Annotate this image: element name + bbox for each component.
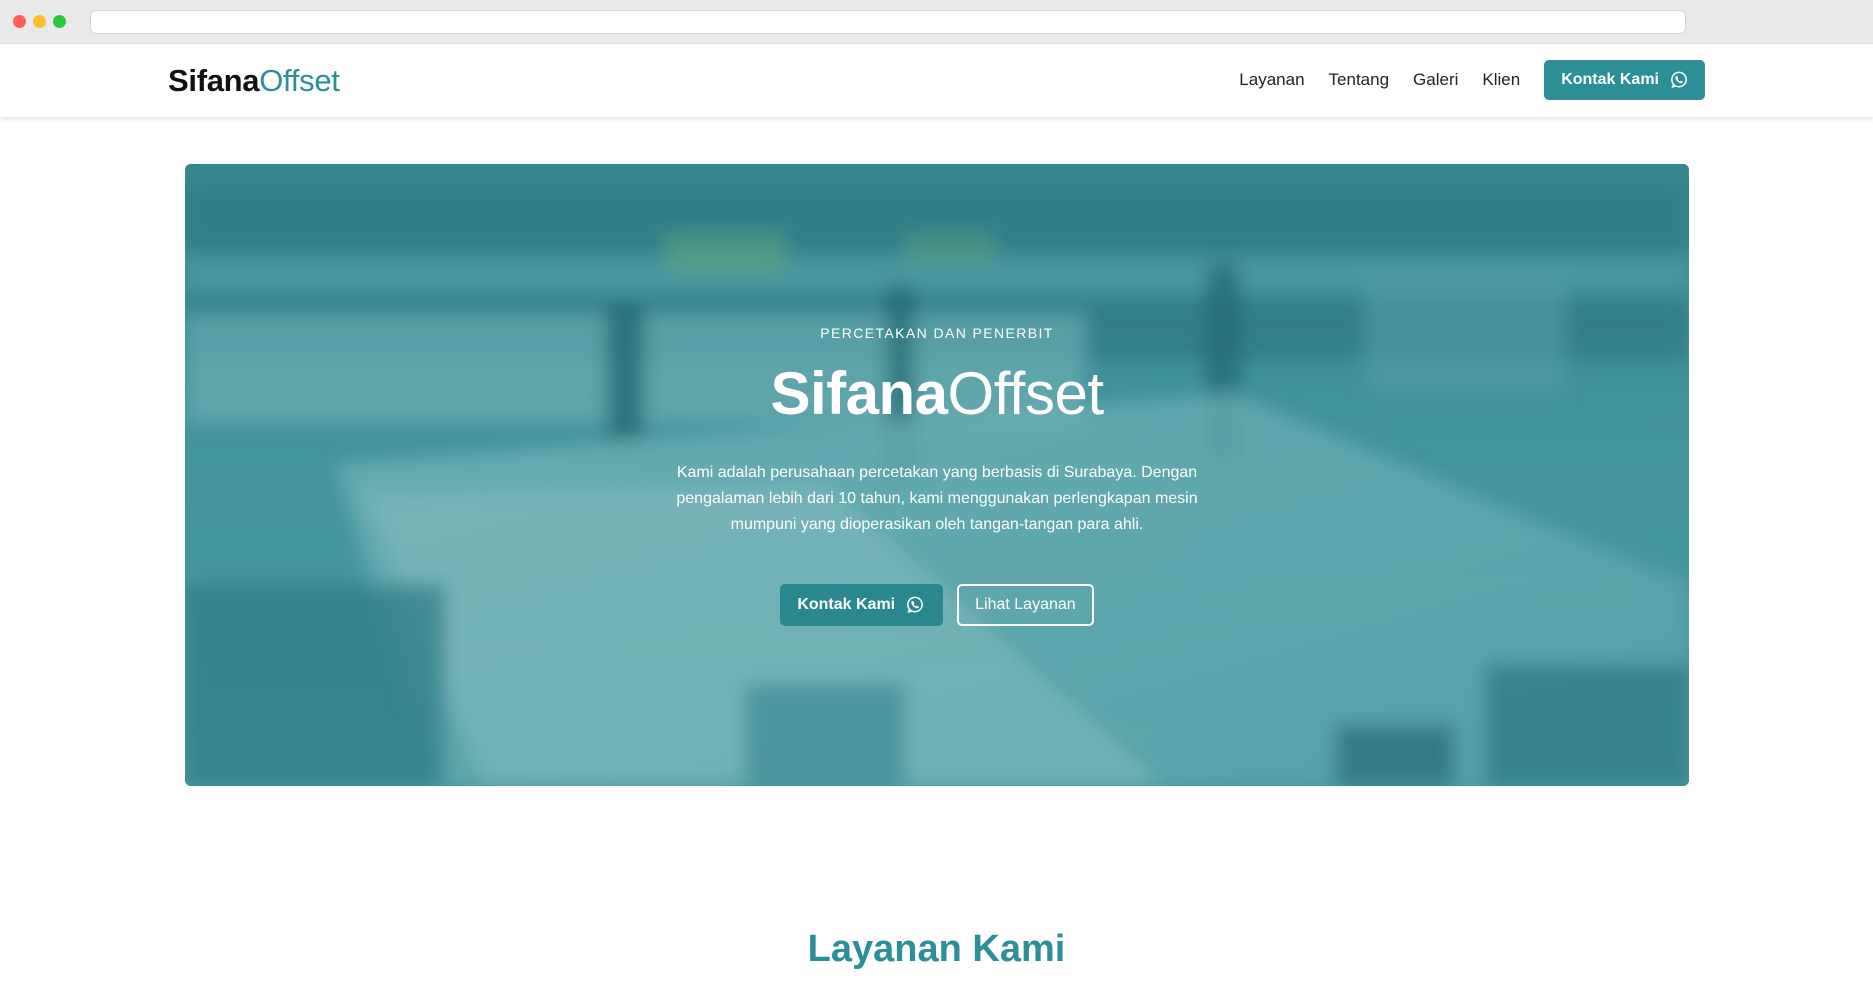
hero-banner: PERCETAKAN DAN PENERBIT SifanaOffset Kam… [185, 164, 1689, 786]
hero-title: SifanaOffset [185, 362, 1689, 426]
view-services-label: Lihat Layanan [975, 596, 1076, 613]
nav-link-klien[interactable]: Klien [1482, 70, 1520, 90]
brand-name-bold: Sifana [168, 63, 260, 98]
hero-eyebrow: PERCETAKAN DAN PENERBIT [820, 325, 1054, 341]
brand-name-light: Offset [259, 63, 340, 98]
main-nav: Layanan Tentang Galeri Klien Kontak Kami [1239, 60, 1705, 100]
services-section-title: Layanan Kami [807, 928, 1066, 970]
header-contact-button[interactable]: Kontak Kami [1544, 60, 1705, 100]
hero-content: PERCETAKAN DAN PENERBIT SifanaOffset Kam… [185, 164, 1689, 786]
nav-link-galeri[interactable]: Galeri [1413, 70, 1458, 90]
header-contact-label: Kontak Kami [1561, 71, 1659, 88]
whatsapp-icon [907, 596, 924, 613]
brand-logo[interactable]: SifanaOffset [168, 64, 340, 98]
hero-title-bold: Sifana [770, 360, 948, 427]
window-close-button[interactable] [13, 15, 26, 28]
whatsapp-icon [1671, 71, 1687, 88]
view-services-button[interactable]: Lihat Layanan [957, 584, 1094, 626]
window-minimize-button[interactable] [33, 15, 46, 28]
site-header: SifanaOffset Layanan Tentang Galeri Klie… [0, 44, 1873, 117]
nav-link-layanan[interactable]: Layanan [1239, 70, 1304, 90]
hero-description: Kami adalah perusahaan percetakan yang b… [676, 464, 1198, 533]
browser-chrome [0, 0, 1873, 44]
address-bar[interactable] [90, 10, 1686, 34]
hero-contact-button[interactable]: Kontak Kami [780, 584, 944, 626]
window-maximize-button[interactable] [53, 15, 66, 28]
hero-title-light: Offset [947, 360, 1104, 427]
nav-link-tentang[interactable]: Tentang [1329, 70, 1390, 90]
hero-contact-label: Kontak Kami [797, 596, 896, 613]
hero-actions: Kontak Kami Lihat Layanan [185, 584, 1689, 626]
